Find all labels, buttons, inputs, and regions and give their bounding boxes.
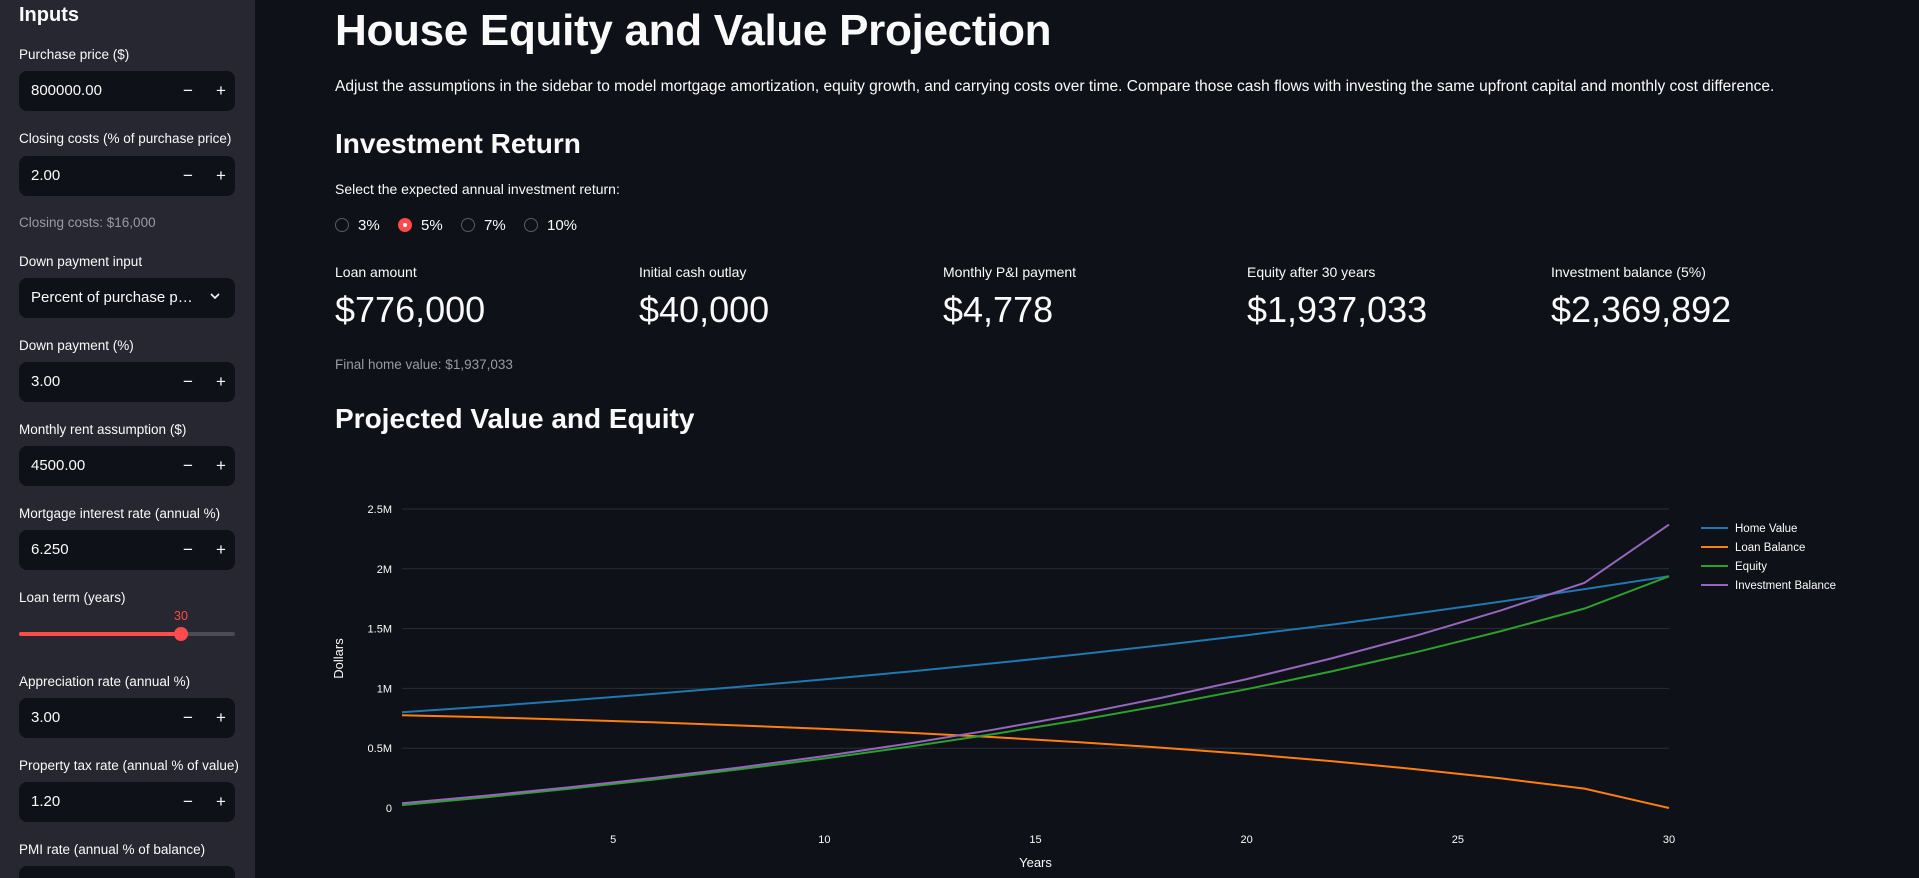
interest-rate-decrement-button[interactable]: − <box>172 530 204 570</box>
interest-rate-increment-button[interactable]: + <box>205 530 237 570</box>
closing-costs-caption: Closing costs: $16,000 <box>19 215 156 230</box>
closing-costs-label: Closing costs (% of purchase price) <box>19 131 232 146</box>
property-tax-input[interactable]: 1.20 − + <box>19 782 235 822</box>
interest-rate-label: Mortgage interest rate (annual %) <box>19 506 221 521</box>
series-line-loan-balance <box>401 714 1670 809</box>
appreciation-decrement-button[interactable]: − <box>172 698 204 738</box>
appreciation-label: Appreciation rate (annual %) <box>19 674 191 689</box>
down-payment-input[interactable]: 3.00 − + <box>19 362 235 402</box>
legend-label: Equity <box>1735 561 1767 573</box>
loan-term-slider-thumb[interactable] <box>174 627 188 641</box>
pmi-rate-input[interactable] <box>19 866 235 878</box>
closing-costs-value[interactable]: 2.00 <box>31 167 60 184</box>
y-tick-label: 0 <box>386 803 392 815</box>
purchase-price-value[interactable]: 800000.00 <box>31 82 102 99</box>
legend-label: Investment Balance <box>1735 580 1836 592</box>
down-payment-value[interactable]: 3.00 <box>31 373 60 390</box>
closing-costs-input[interactable]: 2.00 − + <box>19 156 235 196</box>
rent-input[interactable]: 4500.00 − + <box>19 446 235 486</box>
property-tax-decrement-button[interactable]: − <box>172 782 204 822</box>
purchase-price-increment-button[interactable]: + <box>205 71 237 111</box>
sidebar: Inputs Purchase price ($) 800000.00 − + … <box>0 0 255 878</box>
x-tick-label: 30 <box>1663 834 1675 846</box>
x-tick-label: 20 <box>1241 834 1253 846</box>
y-tick-label: 2M <box>377 564 392 576</box>
down-payment-input-selected[interactable]: Percent of purchase price <box>31 289 196 306</box>
x-axis-title: Years <box>1019 855 1052 870</box>
property-tax-value[interactable]: 1.20 <box>31 793 60 810</box>
rent-increment-button[interactable]: + <box>205 446 237 486</box>
x-tick-label: 15 <box>1029 834 1041 846</box>
down-payment-label: Down payment (%) <box>19 338 134 353</box>
appreciation-increment-button[interactable]: + <box>205 698 237 738</box>
y-tick-label: 1M <box>377 683 392 695</box>
chevron-down-icon[interactable] <box>208 289 222 303</box>
rent-value[interactable]: 4500.00 <box>31 457 85 474</box>
series-line-equity <box>401 575 1670 807</box>
purchase-price-input[interactable]: 800000.00 − + <box>19 71 235 111</box>
down-payment-decrement-button[interactable]: − <box>172 362 204 402</box>
main-content: House Equity and Value Projection Adjust… <box>255 0 1919 878</box>
x-tick-label: 10 <box>818 834 830 846</box>
appreciation-input[interactable]: 3.00 − + <box>19 698 235 738</box>
x-tick-label: 5 <box>610 834 616 846</box>
interest-rate-input[interactable]: 6.250 − + <box>19 530 235 570</box>
purchase-price-label: Purchase price ($) <box>19 47 130 62</box>
down-payment-input-label: Down payment input <box>19 254 143 269</box>
y-tick-label: 0.5M <box>368 743 392 755</box>
projection-chart: 0 0.5M 1M 1.5M 2M 2.5M 5 10 15 20 25 30 Years Dollars… <box>331 504 1836 870</box>
closing-costs-decrement-button[interactable]: − <box>172 156 204 196</box>
property-tax-increment-button[interactable]: + <box>205 782 237 822</box>
purchase-price-decrement-button[interactable]: − <box>172 71 204 111</box>
y-axis-title: Dollars <box>331 638 346 679</box>
legend-label: Home Value <box>1735 523 1797 535</box>
appreciation-value[interactable]: 3.00 <box>31 709 60 726</box>
loan-term-slider-fill <box>19 632 181 636</box>
closing-costs-increment-button[interactable]: + <box>205 156 237 196</box>
loan-term-slider[interactable]: 30 <box>19 609 235 641</box>
property-tax-label: Property tax rate (annual % of value) <box>19 758 239 773</box>
rent-decrement-button[interactable]: − <box>172 446 204 486</box>
sidebar-title: Inputs <box>19 4 79 26</box>
down-payment-input-select[interactable]: Percent of purchase price <box>19 278 235 318</box>
y-tick-label: 2.5M <box>368 504 392 516</box>
series-line-investment-balance <box>401 523 1670 805</box>
loan-term-slider-value: 30 <box>174 609 188 623</box>
y-tick-label: 1.5M <box>368 624 392 636</box>
pmi-rate-label: PMI rate (annual % of balance) <box>19 842 206 857</box>
down-payment-increment-button[interactable]: + <box>205 362 237 402</box>
interest-rate-value[interactable]: 6.250 <box>31 541 69 558</box>
rent-label: Monthly rent assumption ($) <box>19 422 187 437</box>
series-line-home-value <box>401 575 1670 714</box>
legend-label: Loan Balance <box>1735 542 1805 554</box>
x-tick-label: 25 <box>1452 834 1464 846</box>
loan-term-label: Loan term (years) <box>19 590 126 605</box>
